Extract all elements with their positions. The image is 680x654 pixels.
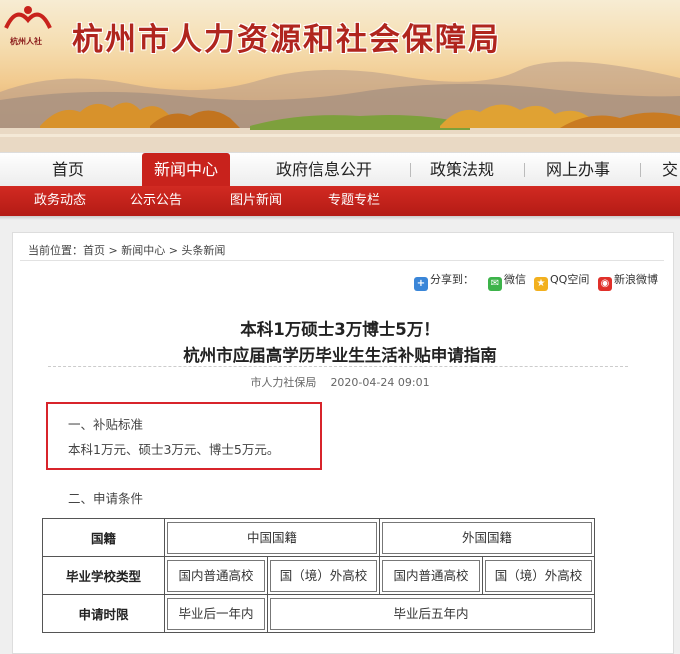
share-wechat-button[interactable]: ✉ 微信 bbox=[488, 271, 526, 291]
subnav-item-special-topics[interactable]: 专题专栏 bbox=[328, 186, 380, 216]
conditions-table: 国籍 中国国籍 外国国籍 毕业学校类型 国内普通高校 国（境）外高校 国内普通高… bbox=[42, 518, 595, 633]
article-title-line2: 杭州市应届高学历毕业生生活补贴申请指南 bbox=[183, 346, 497, 365]
table-cell: 国内普通高校 bbox=[379, 556, 483, 595]
nav-divider bbox=[524, 163, 525, 177]
table-cell: 外国国籍 bbox=[379, 518, 595, 557]
nav-divider bbox=[640, 163, 641, 177]
table-row: 申请时限 毕业后一年内 毕业后五年内 bbox=[42, 594, 595, 633]
table-cell: 国籍 bbox=[42, 518, 165, 557]
table-cell: 国内普通高校 bbox=[164, 556, 268, 595]
share-label: + 分享到： bbox=[414, 271, 474, 291]
share-weibo-button[interactable]: ◉ 新浪微博 bbox=[598, 271, 658, 291]
nav-item-news[interactable]: 新闻中心 bbox=[142, 153, 231, 187]
section1-heading: 一、补贴标准 bbox=[68, 417, 144, 432]
section2-heading: 二、申请条件 bbox=[68, 491, 144, 506]
section1-body: 本科1万元、硕士3万元、博士5万元。 bbox=[68, 442, 280, 457]
sub-nav: 政务动态 公示公告 图片新闻 专题专栏 bbox=[0, 186, 680, 216]
article-meta: 市人力社保局 2020-04-24 09:01 bbox=[0, 374, 680, 390]
main-nav: 首页 新闻中心 政府信息公开 政策法规 网上办事 交 bbox=[0, 152, 680, 187]
nav-item-gov-info[interactable]: 政府信息公开 bbox=[276, 153, 372, 187]
weibo-icon: ◉ bbox=[598, 277, 612, 291]
table-cell: 毕业后五年内 bbox=[267, 594, 595, 633]
nav-item-more[interactable]: 交 bbox=[662, 153, 678, 187]
breadcrumb-divider bbox=[20, 260, 664, 261]
header-banner: 杭州人社 杭州市人力资源和社会保障局 bbox=[0, 0, 680, 152]
nav-item-policy[interactable]: 政策法规 bbox=[430, 153, 494, 187]
subnav-item-photo-news[interactable]: 图片新闻 bbox=[230, 186, 282, 216]
table-cell: 毕业后一年内 bbox=[164, 594, 268, 633]
nav-item-online-service[interactable]: 网上办事 bbox=[546, 153, 610, 187]
qzone-icon: ★ bbox=[534, 277, 548, 291]
nav-item-home[interactable]: 首页 bbox=[52, 153, 84, 187]
breadcrumb[interactable]: 当前位置：首页 > 新闻中心 > 头条新闻 bbox=[28, 242, 225, 258]
table-row: 国籍 中国国籍 外国国籍 bbox=[42, 518, 595, 557]
title-divider bbox=[48, 366, 628, 367]
share-qzone-button[interactable]: ★ QQ空间 bbox=[534, 271, 589, 291]
wechat-icon: ✉ bbox=[488, 277, 502, 291]
site-title: 杭州市人力资源和社会保障局 bbox=[72, 22, 501, 58]
article-title-line1: 本科1万硕士3万博士5万！ bbox=[240, 320, 440, 339]
table-cell: 国（境）外高校 bbox=[482, 556, 595, 595]
logo-text: 杭州人社 bbox=[10, 37, 42, 46]
table-cell: 国（境）外高校 bbox=[267, 556, 380, 595]
nav-divider bbox=[410, 163, 411, 177]
article-date: 2020-04-24 09:01 bbox=[330, 376, 430, 389]
table-cell: 申请时限 bbox=[42, 594, 165, 633]
subnav-item-announcements[interactable]: 公示公告 bbox=[130, 186, 182, 216]
table-cell: 中国国籍 bbox=[164, 518, 380, 557]
subnav-shadow bbox=[0, 216, 680, 220]
plus-icon: + bbox=[414, 277, 428, 291]
table-row: 毕业学校类型 国内普通高校 国（境）外高校 国内普通高校 国（境）外高校 bbox=[42, 556, 595, 595]
table-cell: 毕业学校类型 bbox=[42, 556, 165, 595]
highlight-box bbox=[46, 402, 322, 470]
subnav-item-gov-news[interactable]: 政务动态 bbox=[34, 186, 86, 216]
article-source: 市人力社保局 bbox=[250, 376, 317, 389]
